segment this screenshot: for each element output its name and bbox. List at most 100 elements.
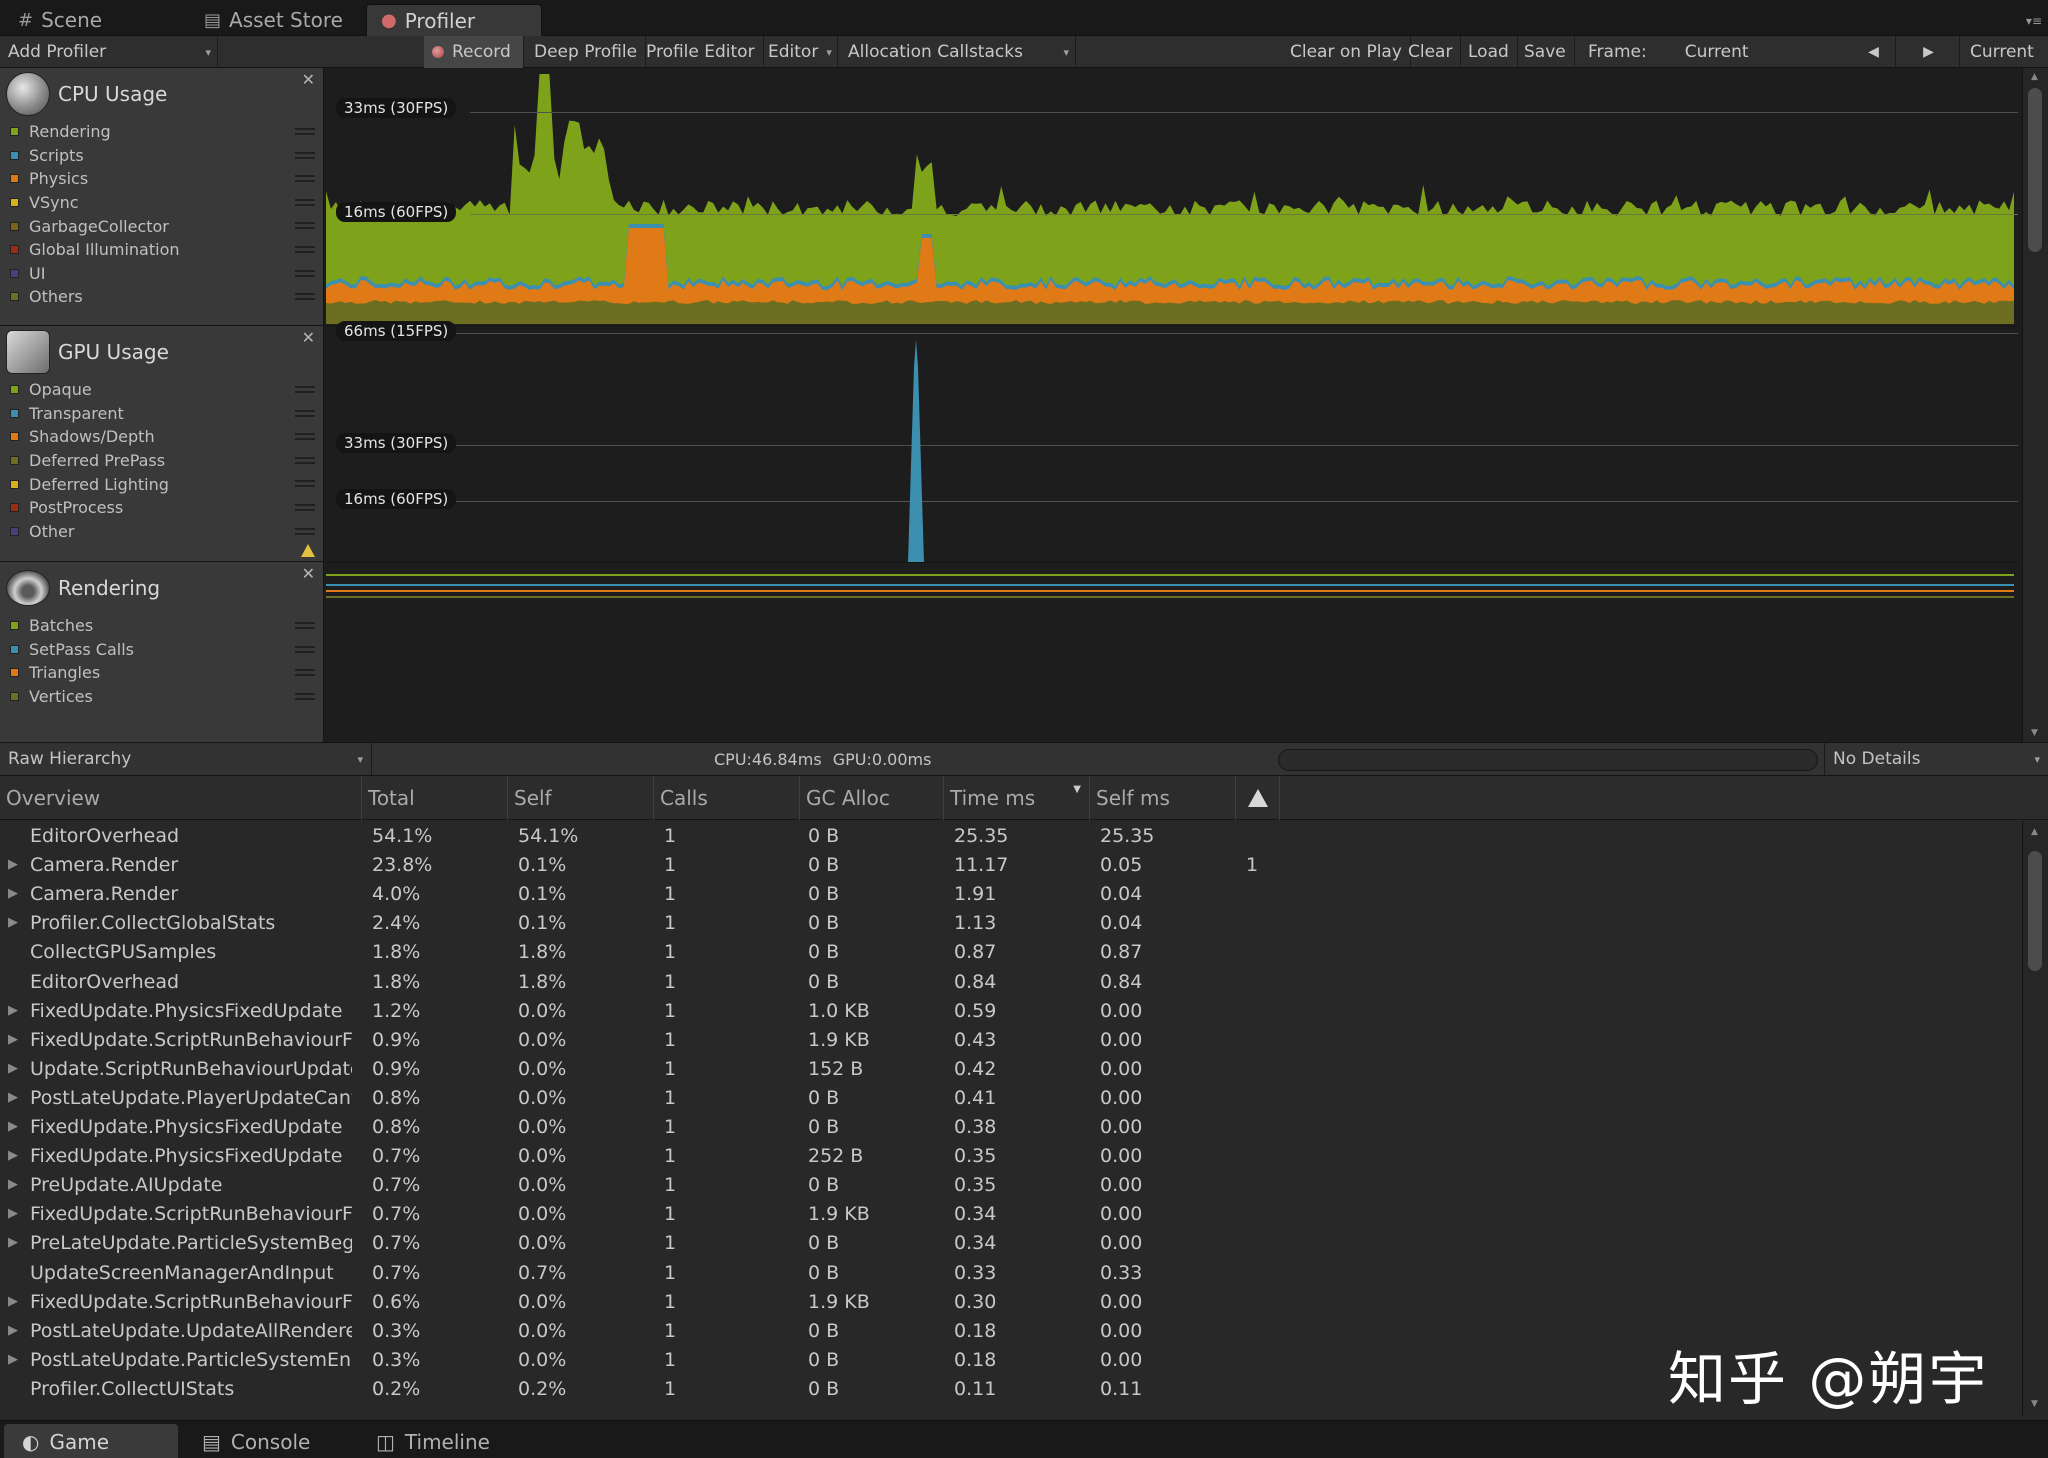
expand-arrow-icon[interactable]: ▶ (8, 1235, 18, 1250)
expand-arrow-icon[interactable]: ▶ (8, 1090, 18, 1105)
legend-item[interactable]: UI (0, 262, 323, 286)
scroll-up-icon[interactable]: ▲ (2031, 827, 2038, 837)
window-menu-icon[interactable]: ▾≡ (2026, 14, 2042, 28)
expand-arrow-icon[interactable]: ▶ (8, 857, 18, 872)
close-icon[interactable]: ✕ (302, 328, 315, 347)
legend-item[interactable]: VSync (0, 191, 323, 215)
save-button[interactable]: Save (1516, 36, 1575, 68)
expand-arrow-icon[interactable]: ▶ (8, 1323, 18, 1338)
legend-item[interactable]: Opaque (0, 378, 323, 402)
clear-on-play-button[interactable]: Clear on Play (1282, 36, 1411, 68)
expand-arrow-icon[interactable]: ▶ (8, 1148, 18, 1163)
tab-profiler[interactable]: ● Profiler (366, 4, 542, 36)
gpu-usage-graph[interactable]: 66ms (15FPS) 33ms (30FPS) 16ms (60FPS) (326, 321, 2018, 563)
cpu-usage-module[interactable]: CPU Usage ✕ Rendering Scripts Physics VSync… (0, 68, 324, 326)
legend-item[interactable]: Rendering (0, 120, 323, 144)
rendering-module[interactable]: Rendering ✕ Batches SetPass Calls Triangle… (0, 562, 324, 742)
drag-handle-icon[interactable] (295, 198, 315, 206)
tab-timeline[interactable]: ◫ Timeline (358, 1424, 508, 1458)
legend-item[interactable]: Scripts (0, 144, 323, 168)
table-row[interactable]: CollectGPUSamples 1.8% 1.8% 1 0 B 0.87 0.87 (0, 937, 2022, 966)
tab-scene[interactable]: # Scene (4, 4, 116, 36)
column-total[interactable]: Total (362, 776, 508, 820)
scroll-down-icon[interactable]: ▼ (2031, 728, 2038, 738)
prev-frame-button[interactable]: ◀ (1852, 36, 1896, 68)
scroll-down-icon[interactable]: ▼ (2031, 1399, 2038, 1409)
table-row[interactable]: ▶ FixedUpdate.PhysicsFixedUpdate 0.7% 0.0% 1… (0, 1141, 2022, 1170)
details-mode-dropdown[interactable]: No Details ▾ (1824, 743, 2048, 775)
table-row[interactable]: ▶ PreUpdate.AIUpdate 0.7% 0.0% 1 0 B 0.35 0.00 (0, 1170, 2022, 1199)
deep-profile-button[interactable]: Deep Profile (526, 36, 647, 68)
table-row[interactable]: ▶ FixedUpdate.PhysicsFixedUpdate 0.8% 0.0% 1… (0, 1112, 2022, 1141)
column-gc-alloc[interactable]: GC Alloc (800, 776, 944, 820)
legend-item[interactable]: Shadows/Depth (0, 425, 323, 449)
add-profiler-dropdown[interactable]: Add Profiler ▾ (0, 36, 218, 68)
table-row[interactable]: ▶ FixedUpdate.ScriptRunBehaviourF 0.6% 0.0%… (0, 1287, 2022, 1316)
table-row[interactable]: ▶ Camera.Render 23.8% 0.1% 1 0 B 11.17 0.05 1 (0, 850, 2022, 879)
load-button[interactable]: Load (1460, 36, 1518, 68)
drag-handle-icon[interactable] (295, 293, 315, 301)
close-icon[interactable]: ✕ (302, 70, 315, 89)
allocation-callstacks-dropdown[interactable]: Allocation Callstacks ▾ (840, 36, 1076, 68)
drag-handle-icon[interactable] (295, 692, 315, 700)
expand-arrow-icon[interactable]: ▶ (8, 1032, 18, 1047)
drag-handle-icon[interactable] (295, 480, 315, 488)
search-input[interactable] (1278, 749, 1818, 771)
table-row[interactable]: ▶ FixedUpdate.PhysicsFixedUpdate 1.2% 0.0% 1… (0, 996, 2022, 1025)
record-button[interactable]: Record (424, 36, 524, 68)
gpu-usage-module[interactable]: GPU Usage ✕ Opaque Transparent Shadows/Dep… (0, 326, 324, 562)
editor-target-dropdown[interactable]: Editor ▾ (760, 36, 838, 68)
column-self[interactable]: Self (508, 776, 654, 820)
expand-arrow-icon[interactable]: ▶ (8, 886, 18, 901)
next-frame-button[interactable]: ▶ (1898, 36, 1960, 68)
clear-button[interactable]: Clear (1400, 36, 1462, 68)
drag-handle-icon[interactable] (295, 386, 315, 393)
view-mode-dropdown[interactable]: Raw Hierarchy ▾ (0, 743, 372, 775)
column-overview[interactable]: Overview (0, 776, 362, 820)
legend-item[interactable]: Vertices (0, 685, 323, 709)
rendering-graph[interactable] (326, 562, 2018, 742)
drag-handle-icon[interactable] (295, 151, 315, 159)
table-row[interactable]: EditorOverhead 1.8% 1.8% 1 0 B 0.84 0.84 (0, 967, 2022, 996)
expand-arrow-icon[interactable]: ▶ (8, 1119, 18, 1134)
drag-handle-icon[interactable] (295, 245, 315, 253)
drag-handle-icon[interactable] (295, 456, 315, 464)
table-row[interactable]: ▶ Camera.Render 4.0% 0.1% 1 0 B 1.91 0.04 (0, 879, 2022, 908)
table-row[interactable]: ▶ Profiler.CollectGlobalStats 2.4% 0.1% 1 0 B… (0, 908, 2022, 937)
drag-handle-icon[interactable] (295, 269, 315, 277)
legend-item[interactable]: Physics (0, 167, 323, 191)
tab-game[interactable]: ◐ Game (4, 1424, 178, 1458)
column-warnings[interactable] (1236, 776, 1280, 820)
tab-console[interactable]: ▤ Console (184, 1424, 328, 1458)
expand-arrow-icon[interactable]: ▶ (8, 1003, 18, 1018)
table-row[interactable]: ▶ PreLateUpdate.ParticleSystemBegi 0.7% 0.0… (0, 1228, 2022, 1257)
legend-item[interactable]: PostProcess (0, 496, 323, 520)
drag-handle-icon[interactable] (295, 503, 315, 511)
expand-arrow-icon[interactable]: ▶ (8, 915, 18, 930)
legend-item[interactable]: Deferred Lighting (0, 472, 323, 496)
tab-asset-store[interactable]: ▤ Asset Store (190, 4, 357, 36)
legend-item[interactable]: Deferred PrePass (0, 449, 323, 473)
legend-item[interactable]: GarbageCollector (0, 214, 323, 238)
charts-scrollbar[interactable]: ▲ ▼ (2022, 68, 2048, 742)
table-row[interactable]: ▶ PostLateUpdate.PlayerUpdateCanv 0.8% 0.0%… (0, 1083, 2022, 1112)
legend-item[interactable]: Others (0, 285, 323, 309)
scrollbar-thumb[interactable] (2028, 88, 2042, 252)
expand-arrow-icon[interactable]: ▶ (8, 1294, 18, 1309)
expand-arrow-icon[interactable]: ▶ (8, 1061, 18, 1076)
legend-item[interactable]: SetPass Calls (0, 638, 323, 662)
drag-handle-icon[interactable] (295, 222, 315, 230)
table-row[interactable]: ▶ FixedUpdate.ScriptRunBehaviourF 0.9% 0.0%… (0, 1025, 2022, 1054)
drag-handle-icon[interactable] (295, 433, 315, 441)
drag-handle-icon[interactable] (295, 128, 315, 135)
cpu-usage-graph[interactable]: 33ms (30FPS) 16ms (60FPS) (326, 68, 2018, 324)
scroll-up-icon[interactable]: ▲ (2031, 72, 2038, 82)
legend-item[interactable]: Transparent (0, 402, 323, 426)
drag-handle-icon[interactable] (295, 175, 315, 183)
column-time-ms[interactable]: Time ms ▼ (944, 776, 1090, 820)
drag-handle-icon[interactable] (295, 622, 315, 629)
column-self-ms[interactable]: Self ms (1090, 776, 1236, 820)
expand-arrow-icon[interactable]: ▶ (8, 1206, 18, 1221)
legend-item[interactable]: Batches (0, 614, 323, 638)
table-row[interactable]: UpdateScreenManagerAndInput 0.7% 0.7% 1 0 B 0… (0, 1258, 2022, 1287)
